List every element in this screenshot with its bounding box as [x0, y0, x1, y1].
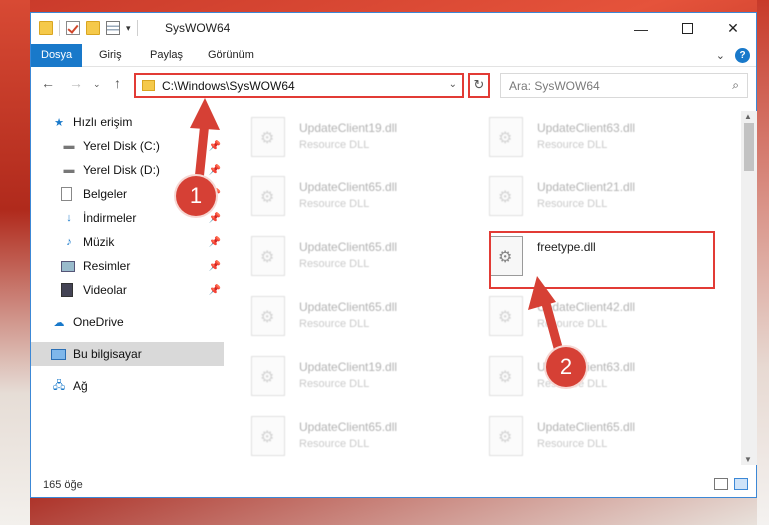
step-2-badge: 2: [546, 347, 586, 387]
step-1-badge: 1: [176, 176, 216, 216]
annotation-arrows: [190, 98, 567, 367]
